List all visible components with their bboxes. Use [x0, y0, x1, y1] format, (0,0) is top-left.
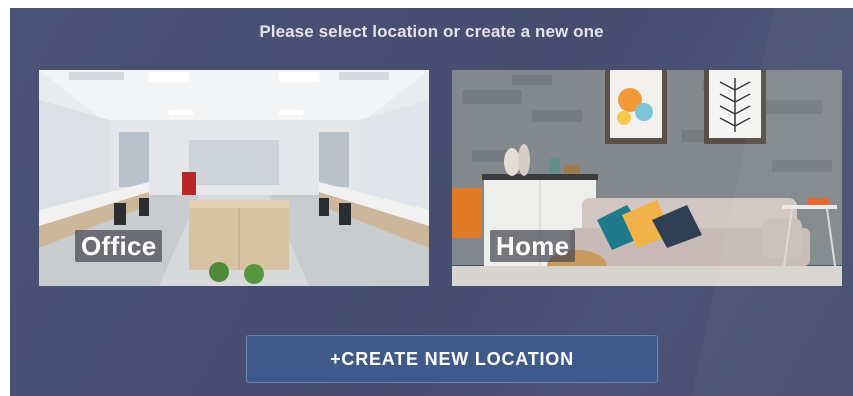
create-new-location-button[interactable]: +CREATE NEW LOCATION — [246, 335, 658, 383]
location-card-office[interactable]: Office — [39, 70, 429, 286]
location-picker-panel: Please select location or create a new o… — [10, 8, 853, 396]
location-card-home[interactable]: Home — [452, 70, 842, 286]
prompt-text: Please select location or create a new o… — [259, 22, 604, 41]
location-label-home: Home — [490, 230, 576, 262]
location-label-office: Office — [75, 230, 163, 262]
